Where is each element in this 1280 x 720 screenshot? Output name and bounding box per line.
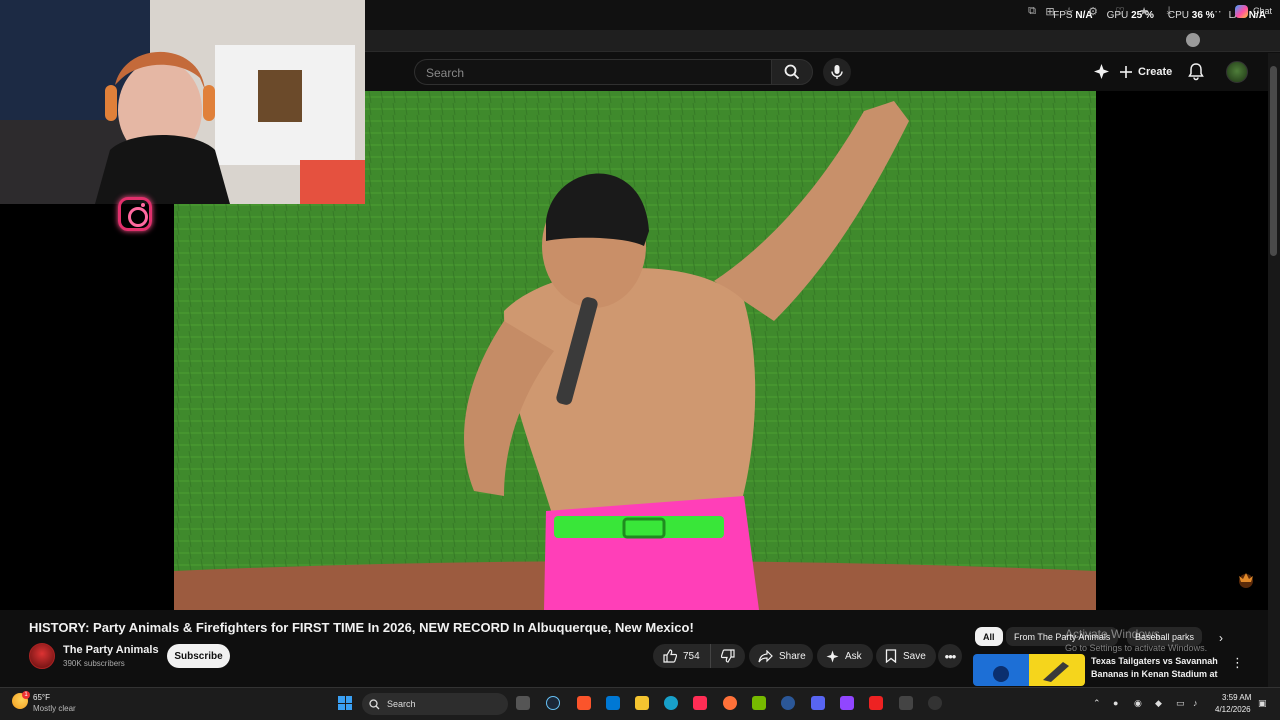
channel-watermark-icon[interactable]: [1236, 570, 1256, 590]
calendar-icon[interactable]: [840, 696, 854, 710]
notification-center-icon[interactable]: ▣: [1258, 698, 1267, 709]
search-input[interactable]: Search: [414, 59, 771, 85]
media-app-icon[interactable]: [869, 696, 883, 710]
weather-condition[interactable]: Mostly clear: [33, 704, 76, 713]
notifications-button[interactable]: [1187, 62, 1205, 86]
clock-time[interactable]: 3:59 AM: [1222, 693, 1251, 702]
sparkle-icon: [1094, 64, 1109, 79]
favorite-icon[interactable]: ☆: [1062, 4, 1076, 18]
channel-name[interactable]: The Party Animals: [63, 644, 159, 656]
scrollbar-thumb[interactable]: [1270, 66, 1277, 256]
windows-start-icon[interactable]: [338, 696, 352, 710]
edge-icon[interactable]: [664, 696, 678, 710]
nvidia-icon[interactable]: [752, 696, 766, 710]
ask-label: Ask: [845, 650, 862, 662]
brave-icon[interactable]: [577, 696, 591, 710]
recommendation-thumbnail[interactable]: [973, 654, 1085, 686]
extensions-icon[interactable]: ⚙: [1086, 4, 1100, 18]
dislike-button[interactable]: [711, 644, 745, 668]
like-icon: [663, 649, 677, 663]
settings-app-icon[interactable]: [899, 696, 913, 710]
channel-avatar[interactable]: [29, 643, 55, 669]
more-icon: •••: [944, 648, 957, 664]
share-label: Share: [779, 650, 806, 662]
discord-icon[interactable]: [811, 696, 825, 710]
favorites-bar-icon[interactable]: ★: [1137, 4, 1151, 18]
weather-badge: 1: [22, 691, 30, 699]
taskbar-search[interactable]: Search: [362, 693, 508, 715]
network-icon[interactable]: ▭: [1176, 698, 1185, 709]
taskbar-search-label: Search: [387, 699, 416, 709]
like-button[interactable]: 754: [653, 644, 711, 668]
tray-app-icon-3[interactable]: ◆: [1155, 698, 1162, 709]
copilot-icon: [1234, 4, 1248, 18]
settings-more-icon[interactable]: ⋯: [1209, 4, 1223, 18]
dislike-icon: [721, 649, 735, 663]
chip-all[interactable]: All: [975, 627, 1003, 646]
create-label: Create: [1138, 66, 1173, 78]
firefox-icon[interactable]: [723, 696, 737, 710]
ask-button[interactable]: Ask: [817, 644, 873, 668]
clock-date[interactable]: 4/12/2026: [1215, 705, 1251, 714]
profile-icon[interactable]: [1186, 33, 1200, 47]
bell-icon: [1188, 63, 1204, 81]
tray-chevron-icon[interactable]: ⌃: [1093, 698, 1101, 709]
tab-actions-icon[interactable]: ⧉: [1025, 4, 1039, 18]
subscriber-count: 390K subscribers: [63, 659, 125, 668]
app-icon[interactable]: [781, 696, 795, 710]
like-dislike-group: 754: [653, 644, 745, 668]
activate-windows-subtext: Go to Settings to activate Windows.: [1065, 643, 1208, 653]
video-title: HISTORY: Party Animals & Firefighters fo…: [29, 620, 694, 635]
weather-temperature[interactable]: 65°F: [33, 693, 50, 702]
search-icon: [784, 64, 800, 80]
save-icon: [885, 649, 897, 663]
subscribe-button[interactable]: Subscribe: [167, 644, 230, 668]
chat-label: Chat: [1252, 6, 1272, 16]
notepad-icon[interactable]: [606, 696, 620, 710]
tiktok-icon[interactable]: [693, 696, 707, 710]
ask-icon: [826, 650, 839, 662]
activate-windows-watermark: Activate Windows: [1065, 627, 1160, 641]
split-screen-icon[interactable]: ⊞: [1043, 4, 1057, 18]
more-actions-button[interactable]: •••: [938, 644, 962, 668]
tray-app-icon[interactable]: ●: [1113, 698, 1118, 708]
downloads-icon[interactable]: ⤓: [1162, 4, 1176, 18]
share-button[interactable]: Share: [749, 644, 813, 668]
save-label: Save: [903, 650, 926, 662]
chevron-right-icon[interactable]: ›: [1219, 631, 1223, 645]
create-button[interactable]: Create: [1119, 60, 1172, 84]
browser-essentials-icon[interactable]: ♡: [1113, 4, 1127, 18]
mic-icon: [831, 65, 843, 79]
search-button[interactable]: [771, 59, 813, 85]
like-count: 754: [683, 650, 700, 662]
recommendation-menu-icon[interactable]: ⋮: [1231, 655, 1244, 671]
file-explorer-icon[interactable]: [635, 696, 649, 710]
webcam-overlay: [0, 0, 365, 204]
steam-icon[interactable]: [546, 696, 560, 710]
task-view-icon[interactable]: [516, 696, 530, 710]
voice-search-button[interactable]: [823, 58, 851, 86]
instagram-icon: [118, 197, 152, 231]
account-avatar[interactable]: [1226, 61, 1248, 83]
save-button[interactable]: Save: [876, 644, 936, 668]
copilot-chat-button[interactable]: Chat: [1234, 3, 1272, 19]
sparkle-button[interactable]: [1093, 63, 1110, 85]
share-icon: [758, 649, 773, 662]
taskbar-search-icon: [369, 698, 380, 709]
volume-icon[interactable]: ♪: [1193, 698, 1198, 708]
tray-app-icon-2[interactable]: ◉: [1134, 698, 1142, 709]
obs-icon[interactable]: [928, 696, 942, 710]
plus-icon: [1120, 66, 1132, 78]
